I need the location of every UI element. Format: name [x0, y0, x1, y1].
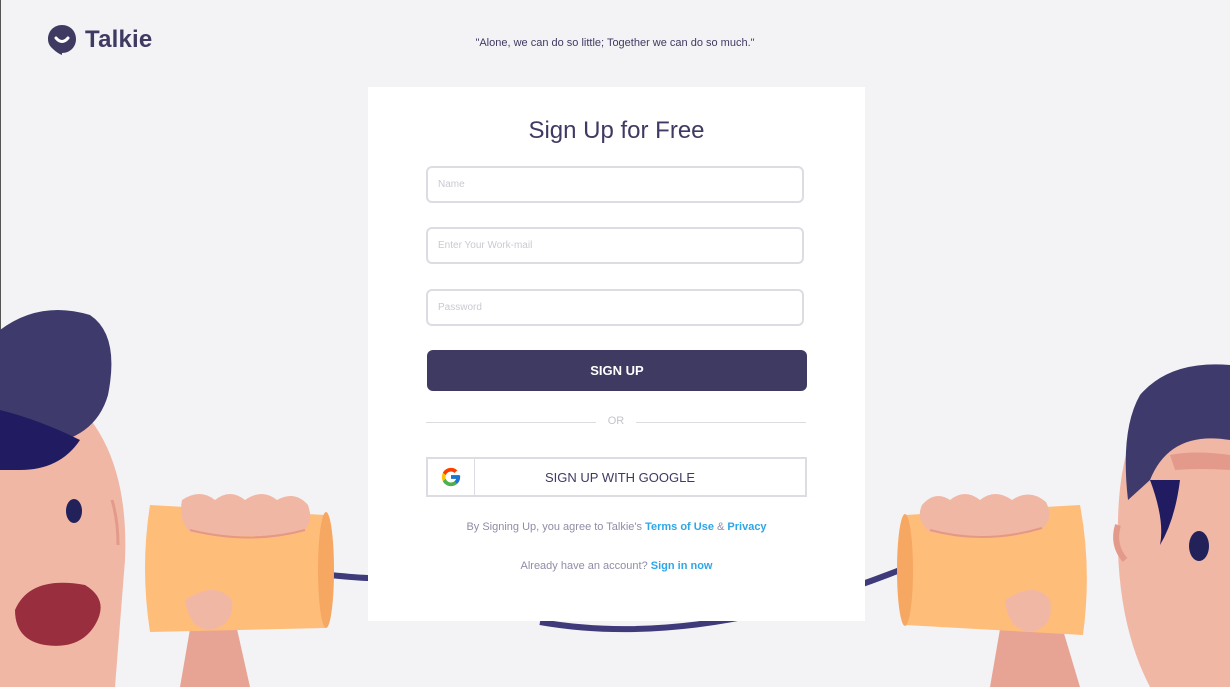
terms-prefix: By Signing Up, you agree to Talkie's: [466, 521, 642, 533]
password-field-wrapper: [426, 289, 804, 326]
or-divider: OR: [426, 415, 806, 429]
name-input[interactable]: [428, 168, 802, 201]
name-field-wrapper: [426, 166, 804, 203]
google-icon-box: [428, 459, 475, 495]
page-edge: [0, 0, 1, 687]
tagline-quote: "Alone, we can do so little; Together we…: [475, 37, 755, 49]
sign-up-button[interactable]: SIGN UP: [427, 350, 807, 391]
google-icon: [441, 467, 461, 487]
privacy-link[interactable]: Privacy: [727, 521, 766, 533]
signin-prompt: Already have an account? Sign in now: [368, 560, 865, 572]
terms-text: By Signing Up, you agree to Talkie's Ter…: [368, 521, 865, 533]
sign-in-link[interactable]: Sign in now: [651, 560, 713, 572]
signin-prefix: Already have an account?: [520, 560, 648, 572]
signup-card: Sign Up for Free SIGN UP OR SIGN UP WITH…: [368, 87, 865, 621]
email-field-wrapper: [426, 227, 804, 264]
signup-title: Sign Up for Free: [528, 117, 705, 144]
password-input[interactable]: [428, 291, 802, 324]
terms-of-use-link[interactable]: Terms of Use: [645, 521, 714, 533]
google-signup-button[interactable]: SIGN UP WITH GOOGLE: [426, 457, 807, 497]
or-label: OR: [607, 415, 625, 427]
google-signup-label: SIGN UP WITH GOOGLE: [544, 469, 695, 485]
work-email-input[interactable]: [428, 229, 802, 262]
terms-and: &: [717, 521, 725, 533]
divider-line-right: [636, 422, 806, 423]
